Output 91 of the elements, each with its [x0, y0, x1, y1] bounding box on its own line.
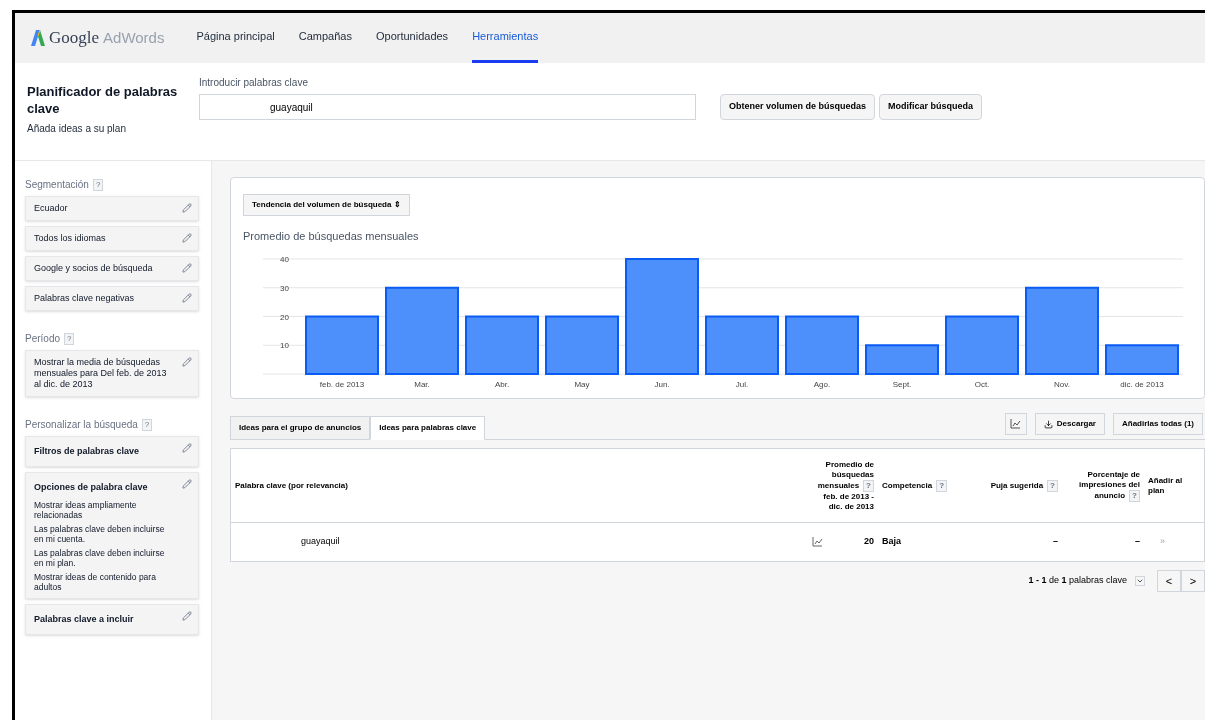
logo-icon	[31, 30, 45, 46]
axis-label: Ago.	[813, 379, 831, 389]
filter-detail: Mostrar ideas de contenido para adultos	[34, 572, 157, 592]
edit-icon[interactable]	[182, 443, 192, 453]
axis-label: May	[574, 379, 590, 389]
page-subtitle: Añada ideas a su plan	[27, 122, 127, 136]
filter-card[interactable]: Palabras clave negativas	[25, 286, 199, 311]
axis-label: Jun.	[654, 379, 670, 389]
logo-text: Google	[49, 27, 100, 50]
next-button[interactable]: >	[1181, 570, 1205, 592]
edit-icon[interactable]	[182, 611, 192, 621]
filter-label: Mostrar la media de búsquedas mensuales para Del feb. de 2013 al dic. de 2013	[34, 357, 168, 390]
filter-label: Palabras clave negativas	[34, 293, 136, 304]
filter-label: Filtros de palabras clave	[34, 445, 141, 458]
filter-label: Opciones de palabra clave	[34, 481, 149, 494]
help-icon[interactable]: ?	[141, 418, 153, 431]
download-button[interactable]: Descargar	[1034, 413, 1105, 435]
chart-icon	[1010, 419, 1022, 429]
edit-icon[interactable]	[182, 479, 192, 489]
help-icon[interactable]: ?	[1047, 479, 1058, 492]
column-header[interactable]: Competencia ?	[878, 479, 976, 492]
add-all-button[interactable]: Añadirlas todas (1)	[1113, 413, 1203, 435]
axis-label: Mar.	[414, 379, 430, 389]
edit-icon[interactable]	[182, 263, 192, 273]
help-icon[interactable]: ?	[64, 332, 75, 345]
edit-icon[interactable]	[182, 357, 192, 367]
search-button[interactable]: Modificar búsqueda	[879, 94, 983, 120]
download-icon	[1043, 419, 1053, 429]
filter-detail: Mostrar ideas ampliamente relacionadas	[34, 500, 138, 520]
filter-label: Palabras clave a incluir	[34, 613, 135, 626]
previous-button[interactable]: <	[1157, 570, 1181, 592]
nav-tab[interactable]: Página principal	[196, 13, 275, 63]
keyword-cell-text: guayaquil	[300, 535, 341, 549]
filter-detail: Las palabras clave deben incluirse en mi plan.	[34, 548, 166, 568]
filter-card[interactable]: Filtros de palabras clave	[25, 436, 199, 467]
column-header[interactable]: Porcentaje de impresiones del anuncio ?	[1062, 469, 1144, 502]
edit-icon[interactable]	[182, 293, 192, 303]
axis-label: Jul.	[735, 379, 749, 389]
axis-label: Abr.	[494, 379, 510, 389]
filter-label: Google y socios de búsqueda	[34, 263, 154, 274]
chart-title: Promedio de búsquedas mensuales	[243, 229, 420, 244]
filter-card[interactable]: Ecuador	[25, 196, 199, 221]
axis-label: 30	[280, 283, 289, 293]
section-title: Personalizar la búsqueda	[25, 418, 138, 432]
help-icon[interactable]: ?	[1129, 489, 1140, 502]
axis-label: 20	[280, 312, 289, 321]
ideas-tab[interactable]: Ideas para el grupo de anuncios	[230, 416, 371, 440]
ideas-tab[interactable]: Ideas para palabras clave	[370, 416, 486, 440]
column-header[interactable]: Puja sugerida ?	[976, 479, 1062, 492]
help-icon[interactable]: ?	[92, 178, 104, 191]
filter-card[interactable]: Google y socios de búsqueda	[25, 256, 199, 281]
nav-tab[interactable]: Campañas	[298, 13, 352, 63]
help-icon[interactable]: ?	[936, 479, 948, 492]
filter-card[interactable]: Palabras clave a incluir	[25, 604, 199, 635]
filter-label: Todos los idiomas	[34, 233, 107, 244]
chart-icon[interactable]	[812, 537, 823, 547]
help-icon[interactable]: ?	[863, 479, 874, 492]
page-title: Planificador de palabras clave	[27, 83, 179, 117]
filter-detail: Las palabras clave deben incluirse en mi cuenta.	[34, 524, 166, 544]
chart-selector[interactable]: Tendencia del volumen de búsqueda ⇕	[243, 194, 410, 216]
axis-label: dic. de 2013	[1120, 379, 1164, 389]
section-title: Período	[25, 332, 61, 346]
filter-card[interactable]: Opciones de palabra clave Mostrar ideas ampliamente relacionadas Las palabras clave deben incluirse en mi cuenta. Las palabras clave deben incluirse en mi plan. Mostrar ideas de contenido para adultos	[25, 472, 199, 599]
searches-cell: 20	[864, 535, 874, 549]
chart-toggle-button[interactable]	[1004, 413, 1027, 435]
bid-cell-text: –	[1052, 535, 1059, 549]
dropdown-icon[interactable]	[1135, 576, 1145, 586]
axis-label: Sept.	[892, 379, 912, 389]
product-name: AdWords	[103, 27, 165, 48]
filter-label: Ecuador	[34, 203, 69, 214]
search-button[interactable]: Obtener volumen de búsquedas	[720, 94, 876, 120]
axis-label: feb. de 2013	[319, 379, 365, 389]
edit-icon[interactable]	[182, 233, 192, 243]
keyword-input[interactable]: guayaquil	[199, 94, 696, 120]
field-label: Introducir palabras clave	[199, 76, 309, 90]
axis-label: Oct.	[974, 379, 990, 389]
competition-cell-text: Baja	[881, 535, 902, 549]
column-header[interactable]: Palabra clave (por relevancia)	[231, 480, 808, 491]
axis-label: 10	[280, 340, 289, 350]
column-header[interactable]: Promedio de búsquedas mensuales ? feb. de 2013 - dic. de 2013	[808, 459, 878, 512]
filter-card[interactable]: Mostrar la media de búsquedas mensuales para Del feb. de 2013 al dic. de 2013	[25, 350, 199, 397]
pagination-summary: 1 - 1 de 1 palabras clave	[1028, 574, 1127, 588]
section-title: Segmentación	[25, 178, 89, 192]
axis-label: 40	[280, 254, 289, 264]
edit-icon[interactable]	[182, 203, 192, 213]
filter-card[interactable]: Todos los idiomas	[25, 226, 199, 251]
nav-tab[interactable]: Oportunidades	[375, 13, 449, 63]
column-header[interactable]: Añadir al plan	[1144, 475, 1204, 496]
nav-tab[interactable]: Herramientas	[472, 13, 539, 63]
impressions-cell-text: –	[1134, 535, 1141, 549]
axis-label: Nov.	[1054, 379, 1070, 389]
